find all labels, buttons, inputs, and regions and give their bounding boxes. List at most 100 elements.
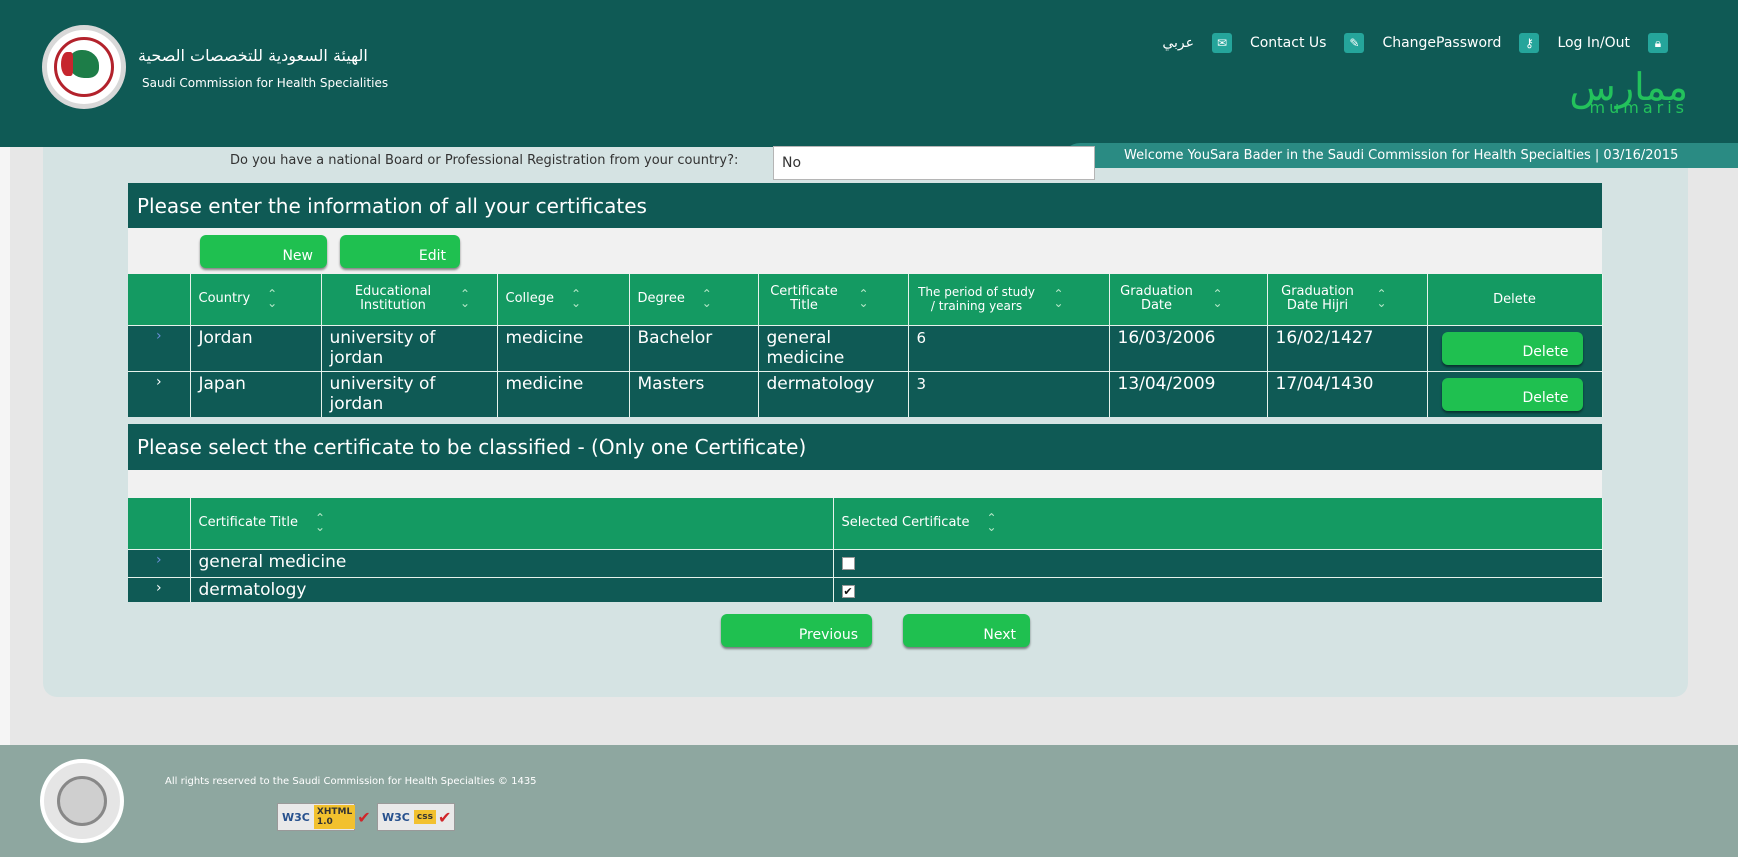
new-button[interactable]: New	[200, 235, 327, 268]
page-left-edge	[0, 147, 10, 745]
select-checkbox-checked[interactable]: ✔	[841, 584, 855, 598]
delete-button[interactable]: Delete	[1441, 377, 1583, 411]
change-password-icon[interactable]: ✎	[1344, 33, 1365, 53]
row-expand-icon[interactable]: ›	[128, 370, 191, 417]
cell-certificate-title: dermatology	[758, 370, 909, 417]
cell-college: medicine	[497, 370, 630, 417]
row-expand-icon[interactable]: ›	[128, 548, 191, 577]
classify-table: Certificate Title ⌃ ⌄ Selected Certificate…	[128, 498, 1603, 602]
sort-icon[interactable]: ⌃ ⌄	[455, 288, 475, 309]
change-password-link[interactable]: ChangePassword	[1382, 35, 1501, 51]
footer-logo-emblem	[57, 776, 107, 826]
sort-icon[interactable]: ⌃ ⌄	[1049, 288, 1069, 309]
cell-graduation-date: 16/03/2006	[1109, 324, 1268, 371]
contact-link[interactable]: Contact Us	[1250, 35, 1326, 51]
certificates-section-title: Please enter the information of all your…	[128, 183, 1602, 229]
logo-crescent	[61, 52, 73, 76]
welcome-bar: Welcome YouSara Bader in the Saudi Commi…	[1062, 143, 1738, 168]
sort-icon[interactable]: ⌃ ⌄	[566, 288, 586, 309]
cell-institution: university of jordan	[321, 370, 498, 417]
table-row: › general medicine	[128, 548, 1603, 577]
sort-icon[interactable]: ⌃ ⌄	[697, 288, 717, 309]
delete-button[interactable]: Delete	[1441, 331, 1583, 365]
header-expander	[128, 274, 191, 325]
lock-icon[interactable]: 🔒︎	[1648, 33, 1668, 53]
certificates-table: Country ⌃ ⌄ Educational Institution⌃ ⌄ Coll…	[128, 274, 1603, 417]
login-logout-link[interactable]: Log In/Out	[1557, 35, 1630, 51]
certificates-header-row: Country ⌃ ⌄ Educational Institution⌃ ⌄ Coll…	[128, 274, 1603, 325]
cell-delete: Delete	[1427, 324, 1603, 371]
table-row: › dermatology ✔	[128, 576, 1603, 602]
badge-w3c-text: W3C	[382, 810, 410, 824]
national-board-question: Do you have a national Board or Professi…	[230, 153, 739, 168]
header-country[interactable]: Country ⌃ ⌄	[190, 274, 322, 325]
sort-icon[interactable]: ⌃ ⌄	[310, 512, 330, 533]
cell-certificate-title: general medicine	[190, 548, 834, 577]
cell-period: 3	[908, 370, 1110, 417]
header-graduation-date[interactable]: Graduation Date⌃ ⌄	[1109, 274, 1268, 325]
edit-button[interactable]: Edit	[340, 235, 460, 268]
table-row: › Jordan university of jordan medicine B…	[128, 324, 1603, 371]
cell-selected	[833, 548, 1603, 577]
cell-college: medicine	[497, 324, 630, 371]
badge-w3c-text: W3C	[282, 810, 310, 824]
w3c-css-badge[interactable]: W3C css ✔	[377, 803, 455, 831]
classify-section-title: Please select the certificate to be clas…	[128, 424, 1602, 470]
sort-icon[interactable]: ⌃ ⌄	[1208, 288, 1228, 309]
previous-button[interactable]: Previous	[721, 614, 872, 647]
cell-country: Japan	[190, 370, 322, 417]
cell-delete: Delete	[1427, 370, 1603, 417]
select-checkbox[interactable]	[841, 556, 855, 570]
row-expand-icon[interactable]: ›	[128, 324, 191, 371]
cell-certificate-title: general medicine	[758, 324, 909, 371]
header-degree[interactable]: Degree ⌃ ⌄	[629, 274, 759, 325]
cell-country: Jordan	[190, 324, 322, 371]
footer-logo	[40, 759, 124, 843]
top-nav: عربي ✉ Contact Us ✎ ChangePassword ⚷ Log…	[1162, 33, 1678, 53]
site-footer: All rights reserved to the Saudi Commiss…	[0, 745, 1738, 857]
row-expand-icon[interactable]: ›	[128, 576, 191, 602]
scfhs-logo[interactable]	[42, 25, 126, 109]
sort-icon[interactable]: ⌃ ⌄	[1372, 288, 1392, 309]
header-certificate-title[interactable]: Certificate Title⌃⌄	[190, 498, 834, 549]
cell-institution: university of jordan	[321, 324, 498, 371]
copyright-text: All rights reserved to the Saudi Commiss…	[165, 776, 537, 787]
badge-xhtml-text: XHTML 1.0	[313, 805, 356, 829]
check-icon: ✔	[437, 807, 452, 827]
mumaris-brand: ممارس mumaris	[1569, 68, 1688, 117]
header-delete: Delete	[1427, 274, 1603, 325]
certificates-toolbar: New Edit	[128, 228, 1602, 274]
cell-period: 6	[908, 324, 1110, 371]
cell-certificate-title: dermatology	[190, 576, 834, 602]
contact-icon[interactable]: ✉	[1211, 33, 1232, 53]
cell-degree: Bachelor	[629, 324, 759, 371]
header-selected-certificate[interactable]: Selected Certificate ⌃ ⌄	[833, 498, 1603, 549]
classify-spacer	[128, 470, 1602, 498]
sort-icon[interactable]: ⌃ ⌄	[262, 288, 282, 309]
arabic-link[interactable]: عربي	[1162, 35, 1194, 51]
cell-graduation-hijri: 17/04/1430	[1267, 370, 1428, 417]
sort-icon[interactable]: ⌃ ⌄	[854, 288, 874, 309]
national-board-select[interactable]: No	[773, 146, 1095, 180]
site-header: الهيئة السعودية للتخصصات الصحية Saudi Co…	[0, 0, 1738, 147]
cell-graduation-hijri: 16/02/1427	[1267, 324, 1428, 371]
table-row: › Japan university of jordan medicine Ma…	[128, 370, 1603, 417]
header-period[interactable]: The period of study / training years⌃ ⌄	[908, 274, 1110, 325]
sort-icon[interactable]: ⌃ ⌄	[982, 512, 1002, 533]
header-institution[interactable]: Educational Institution⌃ ⌄	[321, 274, 498, 325]
cell-selected: ✔	[833, 576, 1603, 602]
next-button[interactable]: Next	[903, 614, 1030, 647]
key-icon[interactable]: ⚷	[1519, 33, 1540, 53]
classify-header-row: Certificate Title ⌃ ⌄ Selected Certificate…	[128, 498, 1603, 549]
org-name-english: Saudi Commission for Health Specialities	[142, 76, 389, 90]
header-graduation-hijri[interactable]: Graduation Date Hijri⌃ ⌄	[1267, 274, 1428, 325]
header-expander	[128, 498, 191, 549]
org-name-arabic: الهيئة السعودية للتخصصات الصحية	[138, 46, 368, 65]
cell-graduation-date: 13/04/2009	[1109, 370, 1268, 417]
badge-css-text: css	[413, 810, 436, 824]
check-icon: ✔	[357, 807, 371, 827]
w3c-xhtml-badge[interactable]: W3C XHTML 1.0 ✔	[277, 803, 371, 831]
header-certificate-title[interactable]: Certificate Title⌃⌄	[758, 274, 909, 325]
header-college[interactable]: College ⌃ ⌄	[497, 274, 630, 325]
logo-map	[69, 50, 99, 78]
